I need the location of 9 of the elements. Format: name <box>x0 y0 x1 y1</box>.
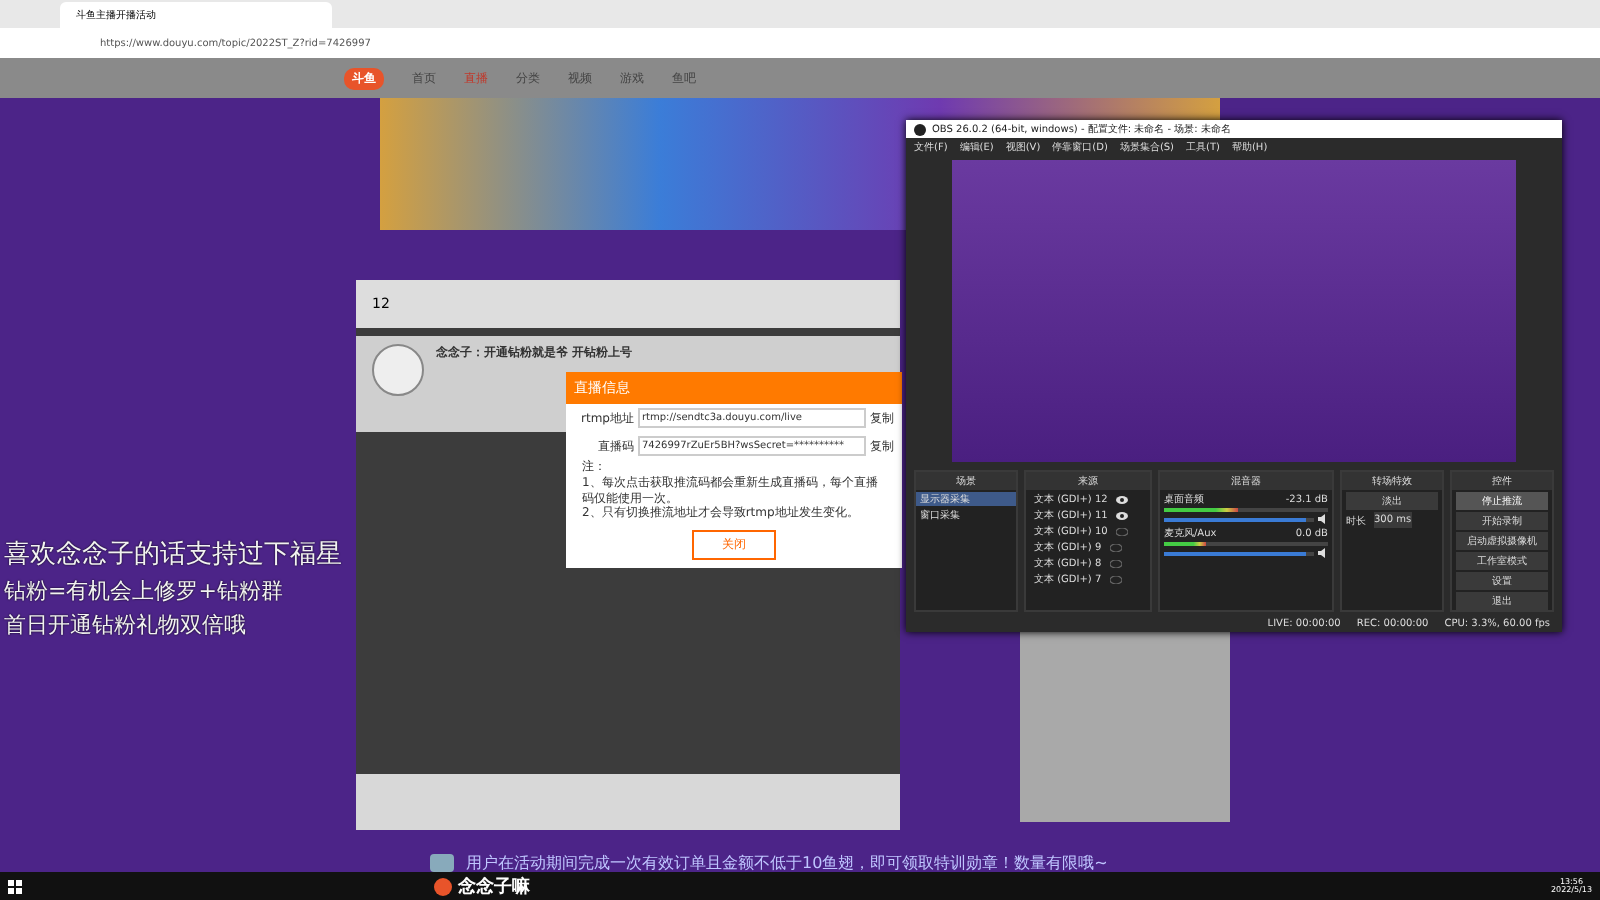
overlay-caption: 钻粉=有机会上修罗+钻粉群 <box>4 576 285 606</box>
app-title: 念念子嘛 <box>458 874 530 899</box>
overlay-caption: 喜欢念念子的话支持过下福星 <box>4 538 342 572</box>
overlay-caption: 首日开通钻粉礼物双倍哦 <box>4 610 248 640</box>
avatar-circle <box>372 344 424 396</box>
chat-bubble-icon <box>430 854 454 872</box>
notice-text: 用户在活动期间完成一次有效订单且金额不低于10鱼翅，即可领取特训勋章！数量有限哦~ <box>466 852 1108 874</box>
app-logo-icon <box>434 877 452 895</box>
windows-start-icon <box>8 879 22 893</box>
